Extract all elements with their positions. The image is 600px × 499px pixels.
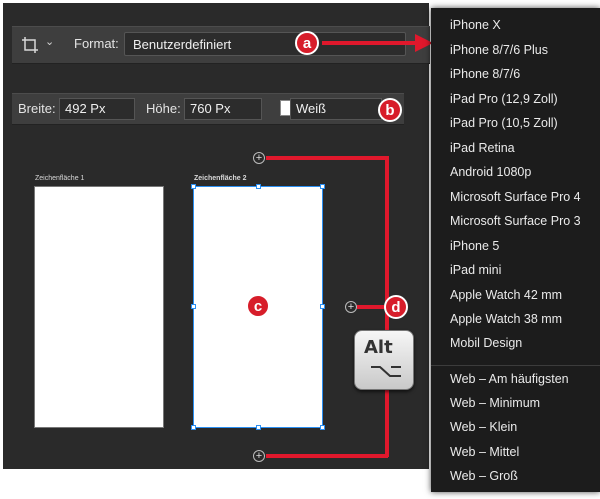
menu-item-device[interactable]: iPad mini — [450, 263, 501, 277]
menu-item-device[interactable]: iPhone 5 — [450, 239, 499, 253]
menu-item-device[interactable]: iPad Retina — [450, 141, 515, 155]
add-artboard-right-button[interactable]: + — [345, 301, 357, 313]
annotation-badge-d: d — [384, 295, 408, 319]
menu-item-web[interactable]: Web – Groß — [450, 469, 518, 483]
artboard-1[interactable] — [34, 186, 164, 428]
option-key-icon — [369, 363, 403, 384]
artboard-1-label[interactable]: Zeichenfläche 1 — [35, 175, 84, 182]
menu-item-device[interactable]: Apple Watch 38 mm — [450, 312, 562, 326]
width-field[interactable]: 492 Px — [59, 98, 135, 120]
chevron-down-icon[interactable]: ⌄ — [45, 35, 54, 48]
resize-handle[interactable] — [320, 304, 325, 309]
annotation-arrow-line — [322, 41, 418, 45]
menu-item-device[interactable]: Mobil Design — [450, 336, 522, 350]
resize-handle[interactable] — [320, 425, 325, 430]
add-artboard-top-button[interactable]: + — [253, 152, 265, 164]
annotation-badge-c: c — [246, 294, 270, 318]
artboard-tool-icon[interactable] — [20, 35, 40, 55]
resize-handle[interactable] — [256, 425, 261, 430]
height-field[interactable]: 760 Px — [184, 98, 262, 120]
alt-key-label: Alt — [364, 337, 393, 358]
menu-item-device[interactable]: iPhone 8/7/6 Plus — [450, 43, 548, 57]
menu-item-web[interactable]: Web – Mittel — [450, 445, 519, 459]
resize-handle[interactable] — [191, 425, 196, 430]
options-bar-format: ⌄ Format: Benutzerdefiniert — [12, 26, 430, 64]
background-color-select[interactable]: Weiß — [290, 98, 382, 120]
annotation-badge-a: a — [295, 31, 319, 55]
add-artboard-bottom-button[interactable]: + — [253, 450, 265, 462]
menu-separator — [431, 365, 600, 366]
format-dropdown-menu: iPhone X iPhone 8/7/6 Plus iPhone 8/7/6 iPa… — [431, 8, 600, 492]
height-label: Höhe: — [146, 101, 181, 116]
width-label: Breite: — [18, 101, 56, 116]
menu-item-web[interactable]: Web – Minimum — [450, 396, 540, 410]
menu-item-device[interactable]: iPhone 8/7/6 — [450, 67, 520, 81]
alt-key-graphic: Alt — [354, 330, 414, 390]
menu-item-device[interactable]: Apple Watch 42 mm — [450, 288, 562, 302]
menu-item-device[interactable]: iPad Pro (10,5 Zoll) — [450, 116, 558, 130]
artboard-2-label[interactable]: Zeichenfläche 2 — [194, 175, 247, 182]
options-bar-size: Breite: 492 Px Höhe: 760 Px Weiß — [12, 93, 404, 125]
menu-item-device[interactable]: Microsoft Surface Pro 4 — [450, 190, 581, 204]
resize-handle[interactable] — [191, 304, 196, 309]
menu-item-device[interactable]: Android 1080p — [450, 165, 531, 179]
menu-item-device[interactable]: iPad Pro (12,9 Zoll) — [450, 92, 558, 106]
annotation-line-right — [357, 305, 387, 309]
annotation-line-top — [266, 156, 388, 160]
menu-item-device[interactable]: iPhone X — [450, 18, 501, 32]
menu-item-web[interactable]: Web – Klein — [450, 420, 517, 434]
resize-handle[interactable] — [320, 184, 325, 189]
format-label: Format: — [74, 36, 119, 51]
annotation-badge-b: b — [378, 98, 402, 122]
annotation-line-bottom — [266, 454, 388, 458]
menu-item-device[interactable]: Microsoft Surface Pro 3 — [450, 214, 581, 228]
resize-handle[interactable] — [191, 184, 196, 189]
menu-item-web[interactable]: Web – Am häufigsten — [450, 372, 569, 386]
resize-handle[interactable] — [256, 184, 261, 189]
